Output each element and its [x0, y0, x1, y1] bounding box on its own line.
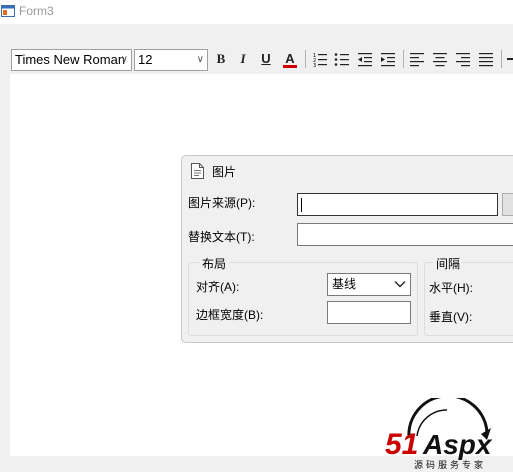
font-color-button[interactable]: A: [280, 49, 300, 69]
51aspx-logo: 51 Aspx 源码服务专家: [385, 398, 493, 471]
chevron-down-icon: ∨: [120, 54, 128, 65]
dialog-title: 图片: [212, 165, 237, 179]
font-color-swatch: [283, 65, 297, 68]
border-width-input[interactable]: [327, 301, 411, 324]
font-size-select[interactable]: 12 ∨: [134, 49, 208, 71]
alt-text-label: 替换文本(T):: [188, 230, 255, 244]
title-bar: Form3: [0, 0, 513, 24]
alt-text-input[interactable]: [297, 223, 513, 246]
chevron-down-icon: ∨: [196, 54, 204, 65]
svg-text:51: 51: [385, 428, 418, 461]
image-source-input[interactable]: [297, 193, 498, 216]
chevron-down-icon: [394, 281, 406, 288]
font-color-letter: A: [285, 51, 295, 66]
justify-icon[interactable]: [476, 49, 496, 69]
numbered-list-icon[interactable]: 1 2 3: [310, 49, 330, 69]
horizontal-rule-icon[interactable]: [507, 58, 513, 60]
indent-icon[interactable]: [378, 49, 398, 69]
border-width-label: 边框宽度(B):: [196, 308, 264, 322]
layout-group-title: 布局: [199, 255, 230, 272]
bulleted-list-icon[interactable]: [332, 49, 352, 69]
align-label: 对齐(A):: [196, 280, 240, 294]
outdent-icon[interactable]: [355, 49, 375, 69]
bold-button[interactable]: B: [211, 49, 231, 69]
app-window-icon: [1, 5, 15, 17]
browse-button[interactable]: [502, 193, 513, 216]
formatting-toolbar: Times New Roman ∨ 12 ∨ B I U A 1 2 3: [0, 46, 513, 74]
toolbar-separator: [501, 50, 502, 68]
spacing-group-title: 间隔: [433, 255, 464, 272]
italic-button[interactable]: I: [233, 49, 253, 69]
align-center-icon[interactable]: [430, 49, 450, 69]
toolbar-separator: [305, 50, 306, 68]
toolbar-separator: [403, 50, 404, 68]
font-family-select[interactable]: Times New Roman ∨: [11, 49, 132, 71]
underline-button[interactable]: U: [256, 49, 276, 69]
align-value: 基线: [332, 277, 357, 291]
horizontal-spacing-label: 水平(H):: [429, 281, 473, 295]
image-dialog: 图片 图片来源(P): 替换文本(T): 布局 对齐(A): 基线 边框宽度(B…: [181, 155, 513, 343]
document-icon: [191, 163, 204, 179]
svg-text:3: 3: [313, 63, 316, 69]
align-select[interactable]: 基线: [327, 273, 411, 296]
align-left-icon[interactable]: [407, 49, 427, 69]
text-caret: [301, 198, 302, 212]
vertical-spacing-label: 垂直(V):: [429, 310, 473, 324]
align-right-icon[interactable]: [453, 49, 473, 69]
font-size-value: 12: [138, 52, 153, 67]
font-family-value: Times New Roman: [15, 52, 126, 67]
svg-text:Aspx: Aspx: [422, 429, 493, 460]
window-title: Form3: [19, 4, 54, 18]
image-source-label: 图片来源(P):: [188, 196, 256, 210]
svg-text:源码服务专家: 源码服务专家: [414, 459, 486, 471]
